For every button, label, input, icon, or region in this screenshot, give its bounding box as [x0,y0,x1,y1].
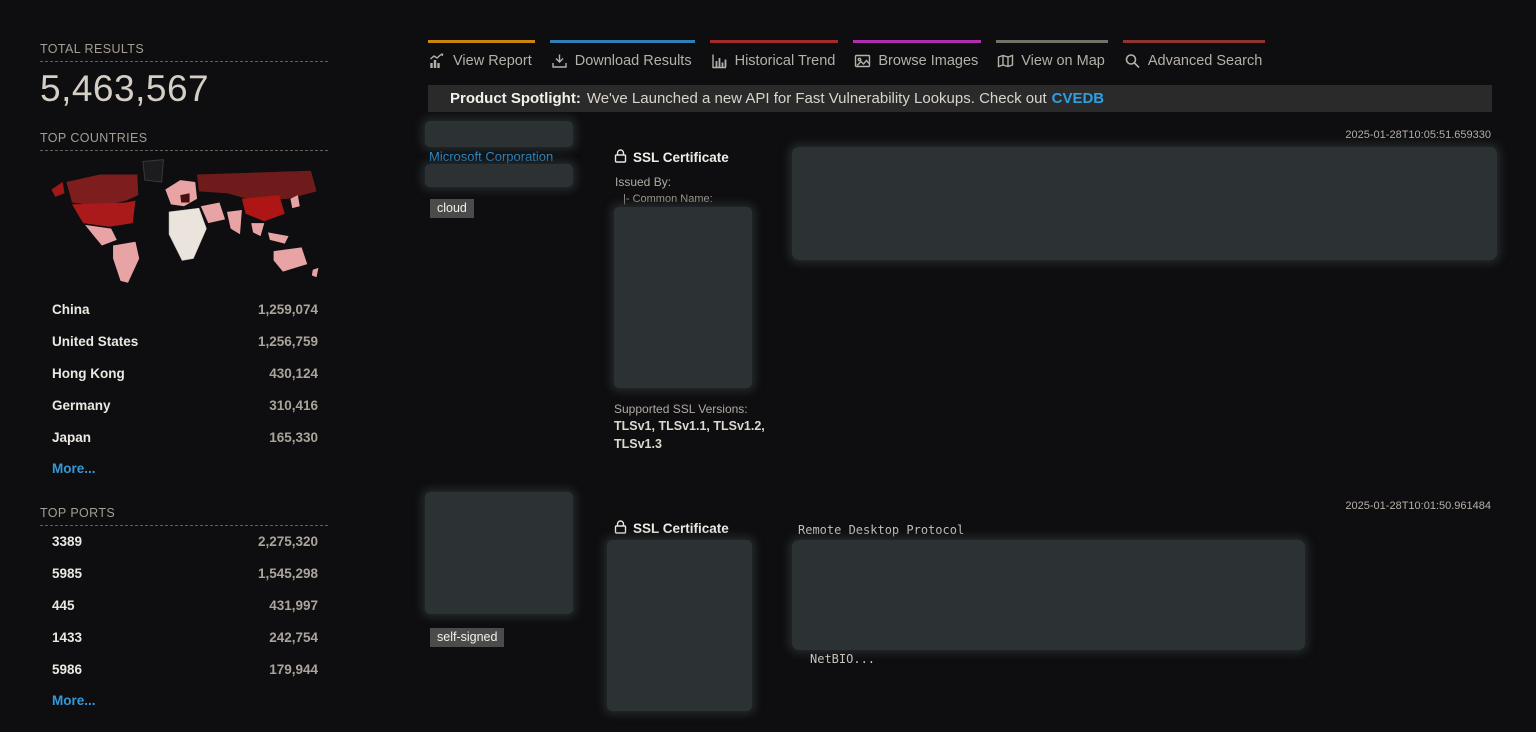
country-row[interactable]: Hong Kong 430,124 [40,360,328,392]
ssl-versions-line2: TLSv1.3 [614,437,662,451]
country-name: Germany [52,398,111,413]
product-spotlight-banner: Product Spotlight: We've Launched a new … [428,85,1492,112]
tab-label: Advanced Search [1148,53,1262,69]
country-row[interactable]: Germany 310,416 [40,392,328,424]
total-results-header: TOTAL RESULTS [40,42,328,62]
country-value: 165,330 [269,430,318,445]
ssl-versions-line1: TLSv1, TLSv1.1, TLSv1.2, [614,419,765,433]
top-countries-header: TOP COUNTRIES [40,131,328,151]
country-value: 1,256,759 [258,334,318,349]
port-value: 431,997 [269,598,318,613]
redacted-ssl-block [614,207,752,388]
tag-cloud[interactable]: cloud [430,199,474,218]
port-value: 2,275,320 [258,534,318,549]
issued-by-label: Issued By: [615,175,671,189]
port-name: 5985 [52,566,82,581]
port-name: 5986 [52,662,82,677]
country-name: China [52,302,90,317]
country-row[interactable]: China 1,259,074 [40,296,328,328]
result-timestamp: 2025-01-28T10:05:51.659330 [1345,129,1491,141]
tab-label: View Report [453,53,532,69]
ssl-title-text: SSL Certificate [633,521,729,536]
cvedb-link[interactable]: CVEDB [1052,90,1105,107]
port-row[interactable]: 5986 179,944 [40,656,328,688]
port-value: 242,754 [269,630,318,645]
report-icon [429,53,446,69]
tab-label: Download Results [575,53,692,69]
world-map-heatmap [42,154,326,294]
port-name: 1433 [52,630,82,645]
result-timestamp: 2025-01-28T10:01:50.961484 [1345,500,1491,512]
ssl-certificate-heading: SSL Certificate [614,520,729,537]
ssl-certificate-heading: SSL Certificate [614,149,729,166]
common-name-label: |- Common Name: [623,193,713,205]
total-results-value: 5,463,567 [40,68,209,110]
tab-label: Historical Trend [735,53,836,69]
country-value: 310,416 [269,398,318,413]
redacted-host-block[interactable] [425,492,573,614]
world-map-svg [42,154,326,294]
port-row[interactable]: 3389 2,275,320 [40,528,328,560]
redacted-ip-block[interactable] [425,121,573,147]
port-value: 179,944 [269,662,318,677]
tab-view-on-map[interactable]: View on Map [996,40,1108,77]
download-icon [551,53,568,69]
top-countries-list: China 1,259,074 United States 1,256,759 … [40,296,328,478]
tab-browse-images[interactable]: Browse Images [853,40,981,77]
ssl-versions-label: Supported SSL Versions: [614,402,748,416]
port-value: 1,545,298 [258,566,318,581]
redacted-location-block [425,164,573,187]
country-row[interactable]: Japan 165,330 [40,424,328,456]
more-countries-link[interactable]: More... [52,461,96,476]
lock-icon [614,520,627,537]
country-value: 1,259,074 [258,302,318,317]
service-footer: NetBIO... [810,652,875,666]
banner-text: We've Launched a new API for Fast Vulner… [587,90,1047,107]
images-icon [854,53,871,69]
redacted-ssl-block [607,540,752,711]
country-value: 430,124 [269,366,318,381]
tab-label: Browse Images [878,53,978,69]
map-icon [997,53,1014,69]
country-name: United States [52,334,138,349]
port-row[interactable]: 5985 1,545,298 [40,560,328,592]
tab-label: View on Map [1021,53,1105,69]
port-name: 3389 [52,534,82,549]
more-ports-link[interactable]: More... [52,693,96,708]
trend-icon [711,53,728,69]
tab-download-results[interactable]: Download Results [550,40,695,77]
tab-advanced-search[interactable]: Advanced Search [1123,40,1265,77]
country-name: Japan [52,430,91,445]
redacted-service-block [792,540,1305,650]
results-toolbar: View Report Download Results Historical … [428,40,1265,77]
top-ports-list: 3389 2,275,320 5985 1,545,298 445 431,99… [40,528,328,710]
tab-view-report[interactable]: View Report [428,40,535,77]
redacted-banner-block [792,147,1497,260]
service-title: Remote Desktop Protocol [798,523,964,537]
search-icon [1124,53,1141,69]
ssl-title-text: SSL Certificate [633,150,729,165]
port-row[interactable]: 445 431,997 [40,592,328,624]
lock-icon [614,149,627,166]
banner-bold-text: Product Spotlight: [450,90,581,107]
country-row[interactable]: United States 1,256,759 [40,328,328,360]
org-link[interactable]: Microsoft Corporation [429,149,553,164]
port-name: 445 [52,598,75,613]
tag-self-signed[interactable]: self-signed [430,628,504,647]
top-ports-header: TOP PORTS [40,506,328,526]
port-row[interactable]: 1433 242,754 [40,624,328,656]
country-name: Hong Kong [52,366,125,381]
tab-historical-trend[interactable]: Historical Trend [710,40,839,77]
